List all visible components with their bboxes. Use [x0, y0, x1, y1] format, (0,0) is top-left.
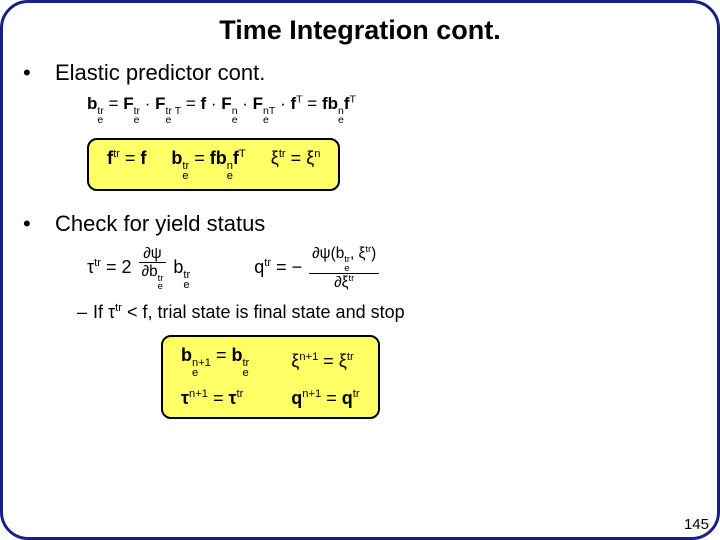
- box-elastic-trial: ftr = f btre = fbnefT ξtr = ξn: [87, 138, 340, 191]
- eq-elastic-derivation: btre = Ftre · Ftr Te = f · Fne · FnTe · …: [87, 94, 689, 126]
- bullet-elastic-text: Elastic predictor cont.: [55, 60, 265, 85]
- bullet-elastic: •Elastic predictor cont.: [31, 60, 689, 86]
- sub-bullet-if: –If τtr < f, trial state is final state …: [77, 302, 689, 323]
- eq-tau: τtr = 2 ∂ψ ∂btre btre: [87, 245, 190, 292]
- bullet-dot-icon: •: [39, 211, 55, 237]
- bullet-yield-text: Check for yield status: [55, 211, 265, 236]
- box-final-state: bn+1e = btre ξn+1 = ξtr τn+1 = τtr qn+1 …: [161, 335, 380, 419]
- eq-q: qtr = − ∂ψ(btre, ξtr) ∂ξtr: [254, 245, 381, 292]
- bullet-yield: •Check for yield status: [31, 211, 689, 237]
- dash-icon: –: [77, 302, 93, 323]
- page-number: 145: [684, 516, 709, 533]
- slide-title: Time Integration cont.: [31, 15, 689, 46]
- slide-frame: Time Integration cont. •Elastic predicto…: [0, 0, 720, 540]
- bullet-dot-icon: •: [39, 60, 55, 86]
- eq-yield-tau-q: τtr = 2 ∂ψ ∂btre btre qtr = − ∂ψ(btre, ξ…: [87, 245, 689, 292]
